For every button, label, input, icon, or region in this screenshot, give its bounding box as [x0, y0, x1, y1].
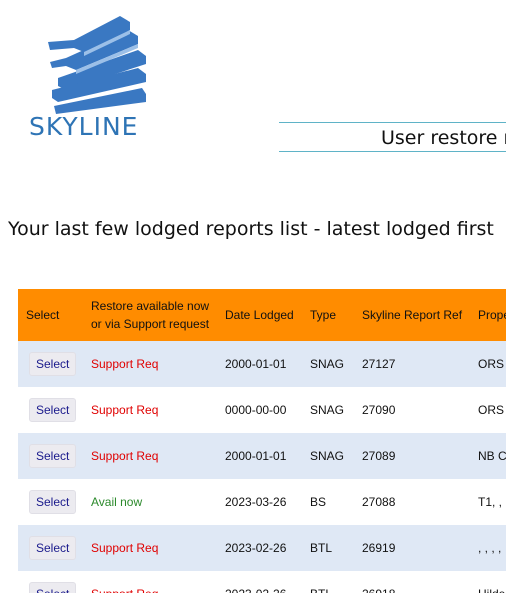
restore-status-text: Avail now	[91, 495, 143, 509]
report-type-cell: SNAG	[302, 387, 354, 433]
report-ref-text: 26918	[362, 587, 395, 593]
report-type-cell: BS	[302, 479, 354, 525]
table-row: Select Support Req 2023-02-26 BTL 26918 Hilde	[18, 571, 506, 593]
restore-status-text: Support Req	[91, 587, 158, 593]
report-type-cell: SNAG	[302, 341, 354, 387]
report-type-cell: SNAG	[302, 433, 354, 479]
report-type-cell: BTL	[302, 571, 354, 593]
table-row: Select Support Req 2000-01-01 SNAG 27089 NB C	[18, 433, 506, 479]
report-ref-cell: 27127	[354, 341, 470, 387]
date-lodged-text: 0000-00-00	[225, 403, 287, 417]
property-cell: Hilde	[470, 571, 506, 593]
report-ref-cell: 26919	[354, 525, 470, 571]
select-cell: Select	[18, 341, 83, 387]
date-lodged-cell: 2023-03-26	[217, 479, 302, 525]
report-ref-cell: 26918	[354, 571, 470, 593]
select-cell: Select	[18, 387, 83, 433]
column-header-restore: Restore available now or via Support req…	[83, 289, 217, 341]
property-text: , , , ,	[478, 541, 502, 555]
table-row: Select Support Req 2023-02-26 BTL 26919 , , ,…	[18, 525, 506, 571]
reports-table: Select Restore available now or via Supp…	[18, 289, 506, 593]
column-header-property: Prope	[470, 289, 506, 341]
column-header-type: Type	[302, 289, 354, 341]
report-ref-text: 27089	[362, 449, 396, 463]
table-row: Select Avail now 2023-03-26 BS 27088 T1, ,	[18, 479, 506, 525]
report-ref-text: 26919	[362, 541, 396, 555]
property-text: Hilde	[478, 587, 505, 593]
restore-status-cell: Support Req	[83, 571, 217, 593]
report-ref-cell: 27090	[354, 387, 470, 433]
report-type-text: SNAG	[310, 403, 345, 417]
report-type-cell: BTL	[302, 525, 354, 571]
reports-table-container: Select Restore available now or via Supp…	[18, 289, 506, 593]
select-cell: Select	[18, 525, 83, 571]
page-title-bar: User restore re	[279, 122, 506, 152]
section-heading: Your last few lodged reports list - late…	[8, 218, 494, 240]
date-lodged-cell: 2000-01-01	[217, 433, 302, 479]
property-cell: , , , ,	[470, 525, 506, 571]
date-lodged-text: 2000-01-01	[225, 449, 287, 463]
report-ref-cell: 27089	[354, 433, 470, 479]
table-header-row: Select Restore available now or via Supp…	[18, 289, 506, 341]
select-button[interactable]: Select	[29, 352, 77, 376]
column-header-ref: Skyline Report Ref	[354, 289, 470, 341]
report-ref-text: 27127	[362, 357, 396, 371]
property-text: T1, ,	[478, 495, 503, 509]
date-lodged-text: 2023-03-26	[225, 495, 287, 509]
date-lodged-cell: 2000-01-01	[217, 341, 302, 387]
report-type-text: SNAG	[310, 449, 345, 463]
restore-status-cell: Avail now	[83, 479, 217, 525]
report-ref-cell: 27088	[354, 479, 470, 525]
report-type-text: SNAG	[310, 357, 345, 371]
date-lodged-text: 2023-02-26	[225, 541, 287, 555]
date-lodged-cell: 2023-02-26	[217, 525, 302, 571]
restore-status-cell: Support Req	[83, 341, 217, 387]
date-lodged-cell: 2023-02-26	[217, 571, 302, 593]
property-text: ORS	[478, 403, 505, 417]
select-button[interactable]: Select	[29, 444, 77, 468]
property-cell: T1, ,	[470, 479, 506, 525]
report-type-text: BTL	[310, 541, 333, 555]
select-button[interactable]: Select	[29, 536, 77, 560]
property-cell: ORS	[470, 341, 506, 387]
report-type-text: BTL	[310, 587, 332, 593]
select-button[interactable]: Select	[29, 582, 77, 593]
page-title: User restore re	[381, 127, 506, 149]
restore-status-text: Support Req	[91, 403, 159, 417]
select-button[interactable]: Select	[29, 490, 77, 514]
column-header-select: Select	[18, 289, 83, 341]
select-cell: Select	[18, 479, 83, 525]
property-text: ORS	[478, 357, 505, 371]
date-lodged-cell: 0000-00-00	[217, 387, 302, 433]
select-button[interactable]: Select	[29, 398, 77, 422]
restore-status-cell: Support Req	[83, 433, 217, 479]
select-cell: Select	[18, 571, 83, 593]
restore-status-cell: Support Req	[83, 525, 217, 571]
report-ref-text: 27090	[362, 403, 396, 417]
property-text: NB C	[478, 449, 506, 463]
table-row: Select Support Req 0000-00-00 SNAG 27090 ORS	[18, 387, 506, 433]
table-row: Select Support Req 2000-01-01 SNAG 27127 ORS	[18, 341, 506, 387]
restore-status-text: Support Req	[91, 357, 159, 371]
column-header-date: Date Lodged	[217, 289, 302, 341]
logo-wordmark: SKYLINE	[29, 112, 139, 141]
property-cell: ORS	[470, 387, 506, 433]
date-lodged-text: 2000-01-01	[225, 357, 287, 371]
select-cell: Select	[18, 433, 83, 479]
restore-status-cell: Support Req	[83, 387, 217, 433]
restore-status-text: Support Req	[91, 449, 159, 463]
report-type-text: BS	[310, 495, 327, 509]
property-cell: NB C	[470, 433, 506, 479]
restore-status-text: Support Req	[91, 541, 159, 555]
date-lodged-text: 2023-02-26	[225, 587, 286, 593]
report-ref-text: 27088	[362, 495, 396, 509]
